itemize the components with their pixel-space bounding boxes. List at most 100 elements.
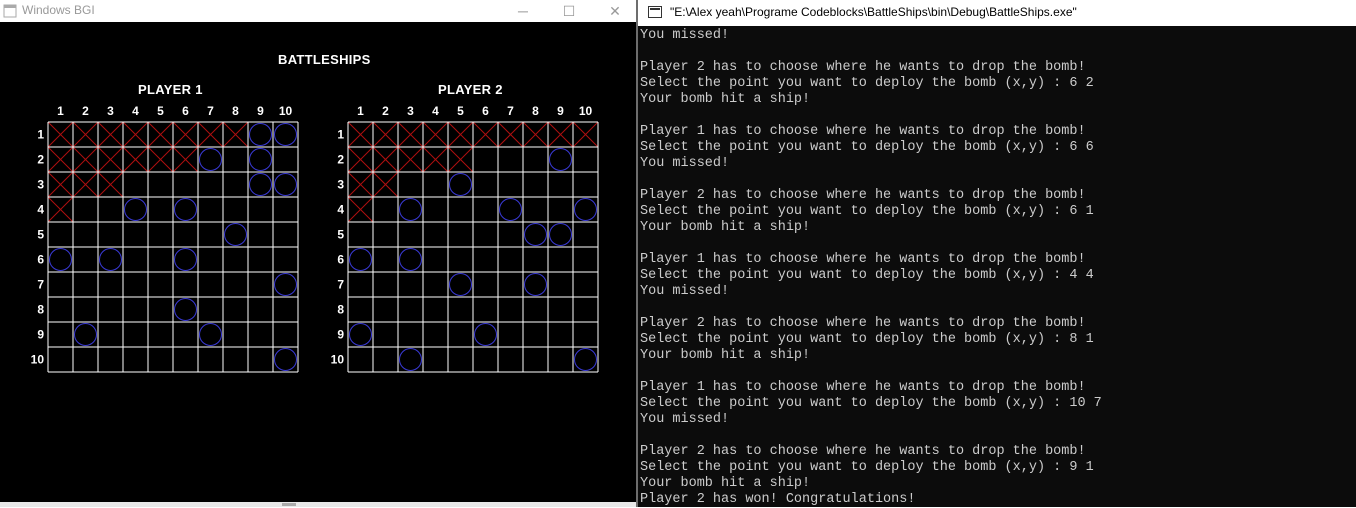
miss-marker bbox=[49, 248, 72, 271]
console-line: Player 2 has to choose where he wants to… bbox=[640, 444, 1086, 459]
hit-marker bbox=[522, 121, 549, 148]
column-label: 8 bbox=[232, 104, 239, 118]
row-label: 8 bbox=[37, 303, 44, 317]
miss-marker bbox=[474, 323, 497, 346]
row-label: 7 bbox=[337, 278, 344, 292]
column-label: 5 bbox=[457, 104, 464, 118]
hit-marker bbox=[372, 121, 399, 148]
miss-marker bbox=[274, 123, 297, 146]
hit-marker bbox=[572, 121, 599, 148]
console-line: You missed! bbox=[640, 412, 730, 427]
board-1[interactable]: 1 2 3 4 5 6 7 8 9 10 1 2 3 4 5 6 7 8 9 10 bbox=[31, 104, 299, 373]
maximize-icon: ☐ bbox=[562, 2, 576, 19]
hit-marker bbox=[97, 121, 124, 148]
hit-marker bbox=[347, 196, 374, 223]
miss-marker bbox=[199, 148, 222, 171]
hit-marker bbox=[472, 121, 499, 148]
miss-marker bbox=[174, 298, 197, 321]
scroll-grip[interactable] bbox=[282, 503, 296, 506]
console-line: Player 2 has won! Congratulations! bbox=[640, 492, 916, 507]
row-label: 5 bbox=[337, 228, 344, 242]
maximize-button[interactable]: ☐ bbox=[546, 0, 592, 22]
hit-marker bbox=[97, 171, 124, 198]
close-icon: ✕ bbox=[609, 2, 621, 19]
hit-marker bbox=[147, 121, 174, 148]
miss-marker bbox=[274, 348, 297, 371]
miss-marker bbox=[249, 123, 272, 146]
hit-marker bbox=[72, 121, 99, 148]
row-label: 4 bbox=[337, 203, 344, 217]
hit-marker bbox=[397, 121, 424, 148]
column-label: 9 bbox=[557, 104, 564, 118]
column-label: 7 bbox=[507, 104, 514, 118]
hit-marker bbox=[347, 171, 374, 198]
row-label: 5 bbox=[37, 228, 44, 242]
miss-marker bbox=[549, 223, 572, 246]
column-label: 10 bbox=[279, 104, 293, 118]
console-line: You missed! bbox=[640, 284, 730, 299]
miss-marker bbox=[574, 198, 597, 221]
miss-marker bbox=[174, 248, 197, 271]
row-label: 3 bbox=[337, 178, 344, 192]
hit-marker bbox=[347, 121, 374, 148]
close-button[interactable]: ✕ bbox=[592, 0, 638, 22]
row-label: 9 bbox=[37, 328, 44, 342]
miss-marker bbox=[124, 198, 147, 221]
console-line: You missed! bbox=[640, 156, 730, 171]
app-icon bbox=[3, 4, 17, 18]
console-line: Your bomb hit a ship! bbox=[640, 476, 811, 491]
game-canvas[interactable]: BATTLESHIPS PLAYER 1 PLAYER 2 1234567891… bbox=[0, 22, 638, 502]
boards: 1 2 3 4 5 6 7 8 9 10 1 2 3 4 5 6 7 8 9 10 1 2 3 4 5 6 7 8 9 10 1 2 3 4 5 6 7… bbox=[31, 104, 599, 373]
miss-marker bbox=[249, 148, 272, 171]
column-label: 9 bbox=[257, 104, 264, 118]
hit-marker bbox=[122, 146, 149, 173]
board-2[interactable]: 1 2 3 4 5 6 7 8 9 10 1 2 3 4 5 6 7 8 9 10 bbox=[331, 104, 599, 373]
console-line: Player 1 has to choose where he wants to… bbox=[640, 252, 1086, 267]
miss-marker bbox=[274, 173, 297, 196]
miss-marker bbox=[574, 348, 597, 371]
miss-marker bbox=[449, 273, 472, 296]
console-line: You missed! bbox=[640, 28, 730, 43]
hit-marker bbox=[422, 146, 449, 173]
console-line: Player 1 has to choose where he wants to… bbox=[640, 124, 1086, 139]
column-label: 6 bbox=[182, 104, 189, 118]
hit-marker bbox=[447, 121, 474, 148]
console-line: Select the point you want to deploy the … bbox=[640, 76, 1094, 91]
console-titlebar[interactable]: "E:\Alex yeah\Programe Codeblocks\Battle… bbox=[638, 0, 1356, 26]
hit-marker bbox=[97, 146, 124, 173]
console-line: Select the point you want to deploy the … bbox=[640, 268, 1094, 283]
row-label: 9 bbox=[337, 328, 344, 342]
column-label: 2 bbox=[82, 104, 89, 118]
column-label: 3 bbox=[407, 104, 414, 118]
console-line: Your bomb hit a ship! bbox=[640, 348, 811, 363]
console-line: Your bomb hit a ship! bbox=[640, 220, 811, 235]
hit-marker bbox=[197, 121, 224, 148]
miss-marker bbox=[399, 198, 422, 221]
hit-marker bbox=[497, 121, 524, 148]
hit-marker bbox=[422, 121, 449, 148]
console-line: Select the point you want to deploy the … bbox=[640, 396, 1102, 411]
bgi-window: Windows BGI ─ ☐ ✕ BATTLESHIPS PLAYER 1 P… bbox=[0, 0, 638, 507]
miss-marker bbox=[224, 223, 247, 246]
miss-marker bbox=[499, 198, 522, 221]
row-label: 7 bbox=[37, 278, 44, 292]
row-label: 6 bbox=[337, 253, 344, 267]
miss-marker bbox=[399, 348, 422, 371]
hit-marker bbox=[172, 121, 199, 148]
minimize-button[interactable]: ─ bbox=[500, 0, 546, 22]
console-line: Select the point you want to deploy the … bbox=[640, 204, 1094, 219]
console-line: Your bomb hit a ship! bbox=[640, 92, 811, 107]
console-line: Select the point you want to deploy the … bbox=[640, 140, 1094, 155]
horizontal-scrollbar[interactable] bbox=[0, 502, 638, 507]
column-label: 1 bbox=[57, 104, 64, 118]
row-label: 1 bbox=[337, 128, 344, 142]
miss-marker bbox=[524, 273, 547, 296]
miss-marker bbox=[274, 273, 297, 296]
miss-marker bbox=[524, 223, 547, 246]
bgi-titlebar[interactable]: Windows BGI ─ ☐ ✕ bbox=[0, 0, 638, 22]
row-label: 2 bbox=[37, 153, 44, 167]
hit-marker bbox=[122, 121, 149, 148]
row-label: 6 bbox=[37, 253, 44, 267]
console-output[interactable]: You missed! Player 2 has to choose where … bbox=[638, 26, 1356, 507]
miss-marker bbox=[199, 323, 222, 346]
